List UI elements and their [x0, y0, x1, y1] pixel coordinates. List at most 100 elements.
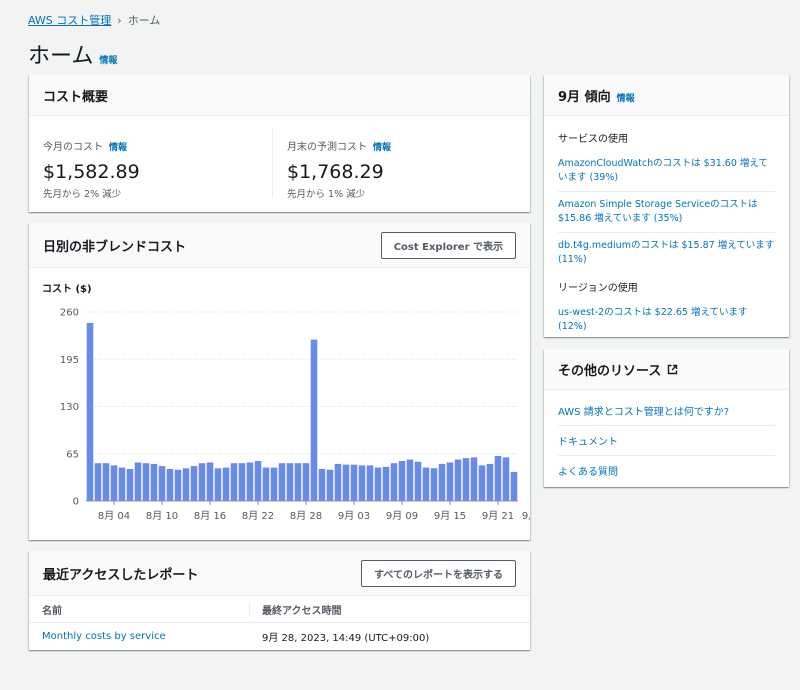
chart-bar [174, 469, 182, 501]
chart-bar [278, 463, 286, 501]
resource-link-faq[interactable]: よくある質問 [558, 456, 775, 485]
x-tick-label: 9月 03 [338, 510, 370, 522]
daily-cost-chart: 0 65 130 195 260 8月 04 8月 10 8月 16 8月 22 8月 28 9月 … [60, 308, 530, 523]
chart-bar [422, 467, 430, 501]
forecast-cost-value: $1,768.29 [287, 161, 384, 183]
current-cost-label: 今月のコスト [43, 142, 103, 153]
current-cost-value: $1,582.89 [43, 161, 140, 183]
x-tick-label: 8月 16 [194, 510, 226, 522]
chart-bar [478, 465, 486, 501]
forecast-cost: 月末の予測コスト 情報 $1,768.29 先月から 1% 減少 [272, 128, 516, 200]
trends-header: 9月 傾向 情報 [544, 75, 789, 116]
chart-bar [302, 463, 310, 501]
chart-bar [134, 462, 142, 501]
y-tick-label: 65 [66, 449, 79, 460]
chart-bar [286, 463, 294, 501]
forecast-cost-label: 月末の予測コスト [287, 142, 367, 153]
region-usage-heading: リージョンの使用 [558, 283, 638, 294]
chart-bar [126, 469, 134, 501]
chart-bar [102, 463, 110, 501]
y-tick-label: 130 [60, 402, 79, 413]
page-header: ホーム 情報 [28, 38, 117, 70]
chart-bar [294, 463, 302, 501]
resource-link-docs[interactable]: ドキュメント [558, 426, 775, 456]
x-tick-label: 8月 22 [242, 510, 274, 522]
service-usage-heading: サービスの使用 [558, 134, 628, 145]
y-tick-label: 260 [60, 308, 79, 319]
chart-bar [350, 464, 358, 501]
x-tick-label: 9月 15 [434, 510, 466, 522]
reports-table-header: 名前 最終アクセス時間 [29, 596, 530, 623]
view-all-reports-button[interactable]: すべてのレポートを表示する [361, 559, 516, 587]
report-link[interactable]: Monthly costs by service [42, 631, 166, 642]
trends-card: 9月 傾向 情報 サービスの使用 AmazonCloudWatchのコストは $… [544, 75, 789, 337]
chart-bar [110, 465, 118, 501]
chart-bar [222, 467, 230, 501]
chart-bar [182, 468, 190, 501]
chart-bar [270, 467, 278, 501]
page-info-link[interactable]: 情報 [99, 53, 117, 66]
daily-cost-title: 日別の非ブレンドコスト [43, 239, 187, 255]
col-time-header: 最終アクセス時間 [249, 601, 530, 617]
trend-item[interactable]: us-west-2のコストは $22.65 増えています (12%) [558, 300, 775, 340]
cost-overview-header: コスト概要 [29, 75, 530, 116]
chart-bar [198, 463, 206, 501]
chart-bar [390, 463, 398, 501]
recent-reports-card: 最近アクセスしたレポート すべてのレポートを表示する 名前 最終アクセス時間 M… [29, 551, 530, 650]
x-tick-label: 9月 28 [522, 510, 530, 522]
chart-bar [238, 463, 246, 501]
chevron-right-icon: › [117, 13, 122, 27]
breadcrumb-root-link[interactable]: AWS コスト管理 [28, 12, 111, 28]
chart-bar [398, 461, 406, 501]
trend-item[interactable]: db.t4g.mediumのコストは $15.87 増えています (11%) [558, 233, 775, 273]
x-tick-label: 8月 28 [290, 510, 322, 522]
chart-bar [494, 455, 502, 501]
report-time: 9月 28, 2023, 14:49 (UTC+09:00) [262, 632, 430, 644]
chart-bar [374, 467, 382, 501]
x-tick-label: 8月 10 [146, 510, 178, 522]
daily-cost-header: 日別の非ブレンドコスト Cost Explorer で表示 [29, 223, 530, 268]
chart-bar [430, 468, 438, 501]
chart-bar [262, 467, 270, 501]
chart-bar [414, 461, 422, 501]
other-resources-title: その他のリソース [558, 363, 662, 379]
table-row: Monthly costs by service 9月 28, 2023, 14… [29, 623, 530, 649]
recent-reports-title: 最近アクセスしたレポート [43, 567, 199, 583]
trend-item[interactable]: Amazon Simple Storage Serviceのコストは $15.8… [558, 192, 775, 233]
chart-bar [310, 339, 318, 501]
x-tick-label: 9月 21 [482, 510, 514, 522]
chart-bar [462, 458, 470, 501]
y-tick-label: 195 [60, 355, 79, 366]
chart-bar [150, 463, 158, 501]
chart-bar [94, 463, 102, 501]
chart-bar [206, 462, 214, 501]
forecast-cost-info-link[interactable]: 情報 [373, 143, 391, 153]
chart-bar [334, 463, 342, 501]
chart-bar [366, 465, 374, 501]
current-cost-info-link[interactable]: 情報 [109, 143, 127, 153]
forecast-cost-change: 先月から 1% 減少 [287, 189, 366, 200]
trend-item[interactable]: AmazonCloudWatchのコストは $31.60 増えています (39%… [558, 151, 775, 192]
trends-title: 9月 傾向 [558, 89, 611, 105]
chart-bar [326, 469, 334, 501]
resource-link-what-is[interactable]: AWS 請求とコスト管理とは何ですか? [558, 396, 775, 426]
other-resources-card: その他のリソース AWS 請求とコスト管理とは何ですか? ドキュメント よくある… [544, 349, 789, 487]
chart-bar [246, 462, 254, 501]
chart-bar [438, 463, 446, 501]
col-name-header: 名前 [42, 605, 62, 617]
chart-bar [190, 466, 198, 501]
chart-bar [86, 322, 94, 501]
external-link-icon [668, 364, 678, 374]
chart-bar [358, 465, 366, 501]
chart-bar [214, 468, 222, 501]
cost-explorer-button[interactable]: Cost Explorer で表示 [380, 231, 516, 259]
current-month-cost: 今月のコスト 情報 $1,582.89 先月から 2% 減少 [43, 128, 272, 200]
x-tick-label: 8月 04 [98, 510, 130, 522]
chart-bar [318, 469, 326, 501]
chart-bar [166, 469, 174, 501]
cost-overview-title: コスト概要 [43, 89, 109, 105]
current-cost-change: 先月から 2% 減少 [43, 189, 122, 200]
chart-bar [486, 463, 494, 501]
chart-bar [142, 463, 150, 501]
trends-info-link[interactable]: 情報 [617, 91, 635, 104]
